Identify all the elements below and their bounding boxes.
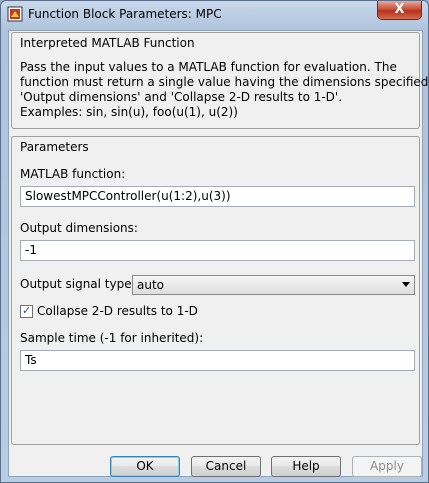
dialog-client-area: Interpreted MATLAB Function Pass the inp… bbox=[8, 30, 428, 477]
output-dimensions-label: Output dimensions: bbox=[20, 221, 138, 235]
description-line: 'Output dimensions' and 'Collapse 2-D re… bbox=[20, 90, 343, 104]
close-button[interactable]: X bbox=[377, 1, 422, 20]
output-signal-type-label: Output signal type: bbox=[20, 277, 136, 291]
description-group-title: Interpreted MATLAB Function bbox=[20, 36, 195, 50]
output-dimensions-input[interactable]: -1 bbox=[20, 240, 415, 261]
collapse-label[interactable]: Collapse 2-D results to 1-D bbox=[37, 304, 198, 318]
ok-button[interactable]: OK bbox=[110, 456, 180, 477]
output-signal-type-value: auto bbox=[137, 278, 165, 292]
title-bar[interactable]: Function Block Parameters: MPC X bbox=[1, 1, 428, 29]
matlab-function-input[interactable]: SlowestMPCController(u(1:2),u(3)) bbox=[20, 186, 415, 207]
collapse-checkbox[interactable]: ✓ bbox=[20, 304, 33, 318]
check-mark-icon: ✓ bbox=[22, 304, 32, 317]
output-signal-type-select[interactable]: auto bbox=[132, 275, 415, 295]
simulink-block-icon bbox=[7, 6, 23, 22]
description-group: Interpreted MATLAB Function Pass the inp… bbox=[11, 32, 428, 129]
help-button[interactable]: Help bbox=[271, 456, 341, 477]
cancel-button[interactable]: Cancel bbox=[191, 456, 261, 477]
parameters-group: Parameters MATLAB function: SlowestMPCCo… bbox=[11, 136, 420, 445]
sample-time-input[interactable]: Ts bbox=[20, 350, 415, 371]
parameters-group-title: Parameters bbox=[20, 140, 89, 154]
apply-button[interactable]: Apply bbox=[352, 456, 422, 477]
description-line: Examples: sin, sin(u), foo(u(1), u(2)) bbox=[20, 105, 238, 119]
sample-time-label: Sample time (-1 for inherited): bbox=[20, 331, 204, 345]
description-line: Pass the input values to a MATLAB functi… bbox=[20, 60, 397, 74]
description-line: function must return a single value havi… bbox=[20, 75, 429, 89]
dialog-window: Function Block Parameters: MPC X Interpr… bbox=[0, 0, 429, 483]
matlab-function-label: MATLAB function: bbox=[20, 167, 126, 181]
close-icon: X bbox=[394, 2, 405, 17]
window-title: Function Block Parameters: MPC bbox=[28, 7, 222, 21]
chevron-down-icon bbox=[402, 282, 410, 287]
